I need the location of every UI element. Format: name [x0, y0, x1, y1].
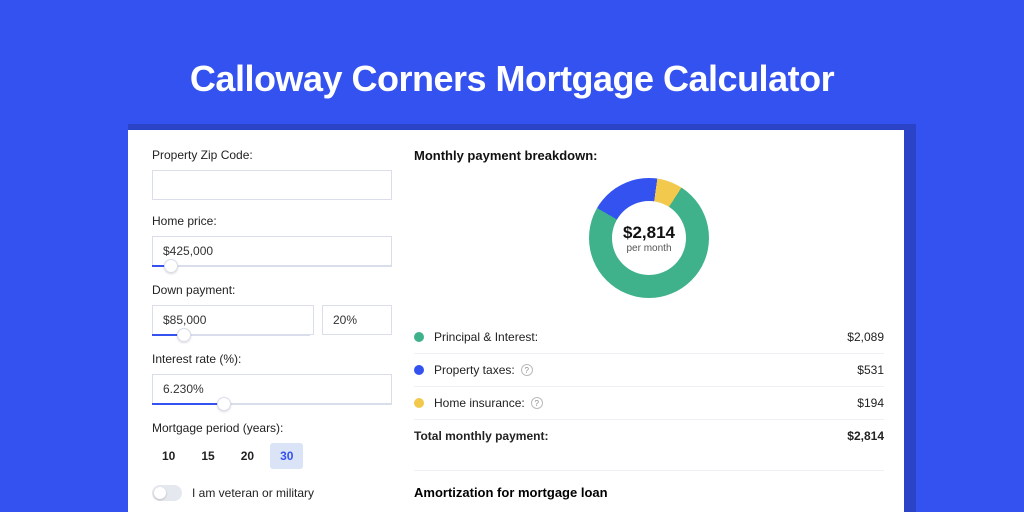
interest-rate-group: Interest rate (%): 6.230% [152, 352, 392, 407]
info-icon[interactable]: ? [531, 397, 543, 409]
veteran-label: I am veteran or military [192, 486, 314, 500]
donut-center: $2,814 per month [612, 201, 686, 275]
dot-taxes [414, 365, 424, 375]
legend-name-total: Total monthly payment: [414, 429, 847, 443]
zip-group: Property Zip Code: [152, 148, 392, 200]
breakdown-panel: Monthly payment breakdown: $2,814 per mo… [414, 148, 884, 512]
legend-value-insurance: $194 [857, 396, 884, 410]
veteran-row: I am veteran or military [152, 485, 392, 501]
home-price-slider[interactable] [152, 265, 392, 269]
legend-name-insurance: Home insurance:? [434, 396, 857, 410]
home-price-value: $425,000 [163, 244, 213, 258]
legend-name-principal: Principal & Interest: [434, 330, 847, 344]
donut-chart: $2,814 per month [414, 169, 884, 307]
legend-row-total: Total monthly payment: $2,814 [414, 419, 884, 452]
calculator-card: Property Zip Code: Home price: $425,000 … [128, 130, 904, 512]
mortgage-period-label: Mortgage period (years): [152, 421, 392, 435]
period-10[interactable]: 10 [152, 443, 185, 469]
legend-row-principal: Principal & Interest: $2,089 [414, 321, 884, 353]
legend: Principal & Interest: $2,089 Property ta… [414, 321, 884, 452]
period-15[interactable]: 15 [191, 443, 224, 469]
period-30[interactable]: 30 [270, 443, 303, 469]
down-payment-group: Down payment: $85,000 20% [152, 283, 392, 338]
zip-label: Property Zip Code: [152, 148, 392, 162]
down-payment-input[interactable]: $85,000 [152, 305, 314, 335]
dot-insurance [414, 398, 424, 408]
legend-value-principal: $2,089 [847, 330, 884, 344]
veteran-toggle[interactable] [152, 485, 182, 501]
down-payment-label: Down payment: [152, 283, 392, 297]
down-payment-pct-input[interactable]: 20% [322, 305, 392, 335]
page-root: Calloway Corners Mortgage Calculator Pro… [0, 0, 1024, 512]
interest-rate-value: 6.230% [163, 382, 204, 396]
legend-row-insurance: Home insurance:? $194 [414, 386, 884, 419]
donut-sub: per month [626, 243, 671, 254]
period-20[interactable]: 20 [231, 443, 264, 469]
period-buttons: 10 15 20 30 [152, 443, 392, 469]
dot-principal [414, 332, 424, 342]
breakdown-title: Monthly payment breakdown: [414, 148, 884, 163]
home-price-group: Home price: $425,000 [152, 214, 392, 269]
mortgage-period-group: Mortgage period (years): 10 15 20 30 [152, 421, 392, 469]
down-payment-slider[interactable] [152, 334, 310, 338]
interest-rate-label: Interest rate (%): [152, 352, 392, 366]
page-title: Calloway Corners Mortgage Calculator [0, 0, 1024, 100]
form-panel: Property Zip Code: Home price: $425,000 … [152, 148, 392, 501]
legend-name-taxes: Property taxes:? [434, 363, 857, 377]
down-payment-pct-value: 20% [333, 313, 357, 327]
home-price-slider-thumb[interactable] [164, 259, 178, 273]
down-payment-value: $85,000 [163, 313, 206, 327]
legend-value-total: $2,814 [847, 429, 884, 443]
home-price-label: Home price: [152, 214, 392, 228]
zip-input[interactable] [152, 170, 392, 200]
amortization-section: Amortization for mortgage loan Amortizat… [414, 470, 884, 512]
down-payment-slider-thumb[interactable] [177, 328, 191, 342]
interest-rate-slider[interactable] [152, 403, 392, 407]
amortization-title: Amortization for mortgage loan [414, 485, 884, 500]
legend-row-taxes: Property taxes:? $531 [414, 353, 884, 386]
legend-value-taxes: $531 [857, 363, 884, 377]
info-icon[interactable]: ? [521, 364, 533, 376]
interest-rate-slider-thumb[interactable] [217, 397, 231, 411]
home-price-input[interactable]: $425,000 [152, 236, 392, 266]
donut-amount: $2,814 [623, 223, 675, 243]
interest-rate-input[interactable]: 6.230% [152, 374, 392, 404]
